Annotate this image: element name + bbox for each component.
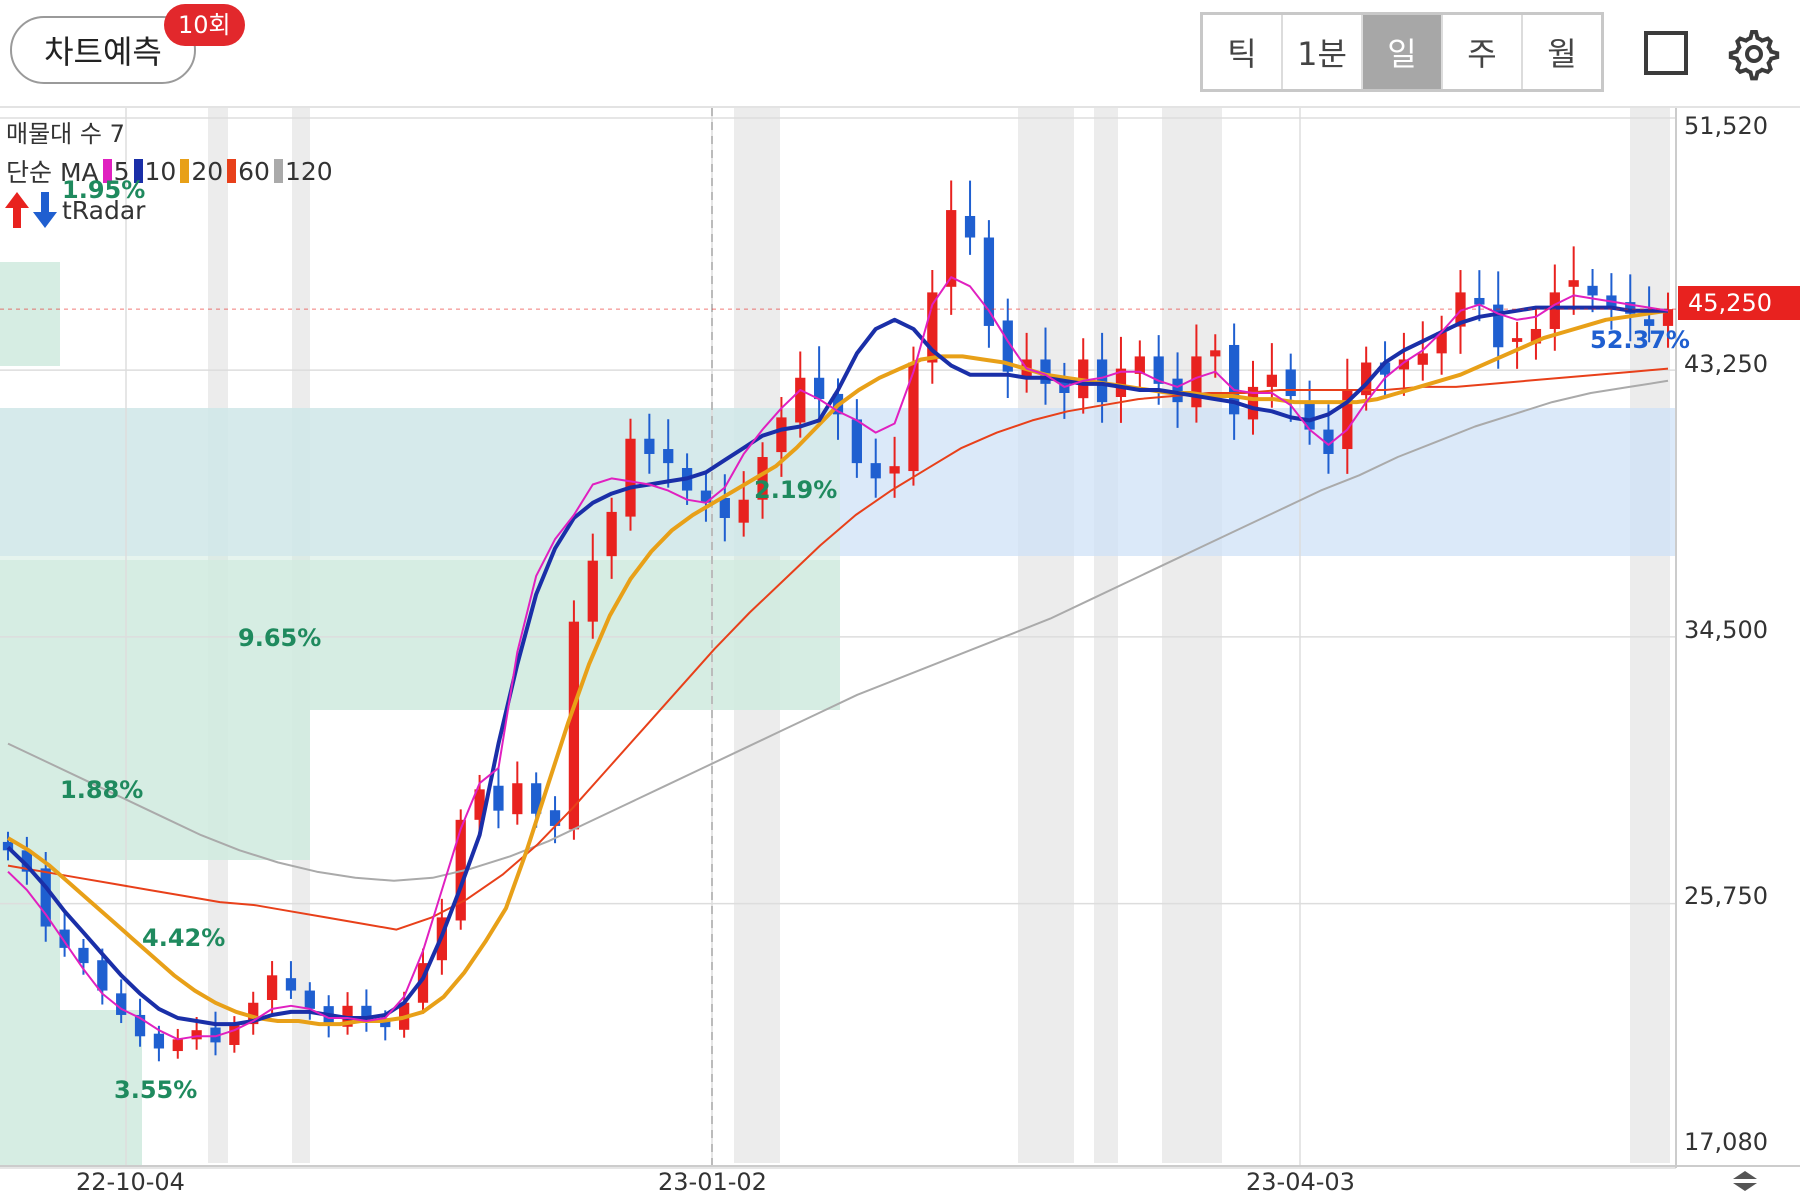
candle-body xyxy=(946,210,957,287)
volume-zone xyxy=(0,710,310,860)
volume-profile-pct: 4.42% xyxy=(142,924,226,952)
ma-legend: 단순 MA 5 10 20 60 120 xyxy=(6,154,333,188)
x-tick-label: 22-10-04 xyxy=(76,1168,185,1196)
y-tick-label: 34,500 xyxy=(1684,616,1768,644)
top-toolbar: 차트예측 10회 틱 1분 일 주 월 xyxy=(0,0,1800,104)
candle-body xyxy=(78,947,89,964)
candle-body xyxy=(814,377,825,400)
current-price-tag: 45,250 xyxy=(1678,286,1800,320)
y-tick-label: 17,080 xyxy=(1684,1128,1768,1156)
candle-body xyxy=(1172,378,1183,403)
y-tick-label: 51,520 xyxy=(1684,112,1768,140)
candle-body xyxy=(663,449,674,464)
candle-body xyxy=(1587,285,1598,296)
candle-body xyxy=(97,960,108,991)
x-tick-label: 23-04-03 xyxy=(1246,1168,1355,1196)
volume-zone xyxy=(0,860,60,1010)
ma60-swatch xyxy=(227,159,237,183)
candle-body xyxy=(776,417,787,453)
candle-body xyxy=(153,1033,165,1049)
candle-body xyxy=(719,498,730,518)
candle-body xyxy=(870,463,881,479)
ma60-label: 60 xyxy=(238,156,270,186)
candle-body xyxy=(59,929,70,948)
period-1min[interactable]: 1분 xyxy=(1283,15,1363,89)
candle-body xyxy=(1191,356,1202,408)
candle-body xyxy=(587,560,598,622)
candle-body xyxy=(1417,353,1428,365)
candle-body xyxy=(1568,280,1579,287)
candle-body xyxy=(229,1024,240,1045)
candle-body xyxy=(606,511,617,557)
volume-zone xyxy=(0,262,60,366)
candle-body xyxy=(1644,319,1655,326)
candle-body xyxy=(493,785,504,811)
volume-profile-pct: 9.65% xyxy=(238,624,322,652)
x-tick-label: 23-01-02 xyxy=(658,1168,767,1196)
candle-body xyxy=(738,499,749,523)
ma10-label: 10 xyxy=(144,156,177,186)
volume-profile-label: 매물대 수 7 xyxy=(6,120,125,148)
chart-resize-handle-icon[interactable] xyxy=(1730,1170,1760,1192)
period-day[interactable]: 일 xyxy=(1363,15,1443,89)
up-down-arrows-icon xyxy=(5,192,57,228)
ma120-label: 120 xyxy=(284,156,333,186)
price-chart[interactable] xyxy=(0,108,1800,1197)
y-tick-label: 43,250 xyxy=(1684,350,1768,378)
fullscreen-icon[interactable] xyxy=(1644,31,1688,75)
volume-profile-pct: 1.95% xyxy=(62,176,146,204)
candle-body xyxy=(512,783,523,815)
candle-body xyxy=(1285,369,1296,397)
period-week[interactable]: 주 xyxy=(1443,15,1523,89)
candle-body xyxy=(568,621,580,830)
candle-body xyxy=(851,419,862,464)
candle-body xyxy=(1549,292,1560,329)
date-band xyxy=(1018,108,1074,1163)
ma120-swatch xyxy=(273,159,283,183)
candle-body xyxy=(625,438,636,517)
candle-body xyxy=(1266,374,1277,387)
candle-body xyxy=(1511,338,1523,342)
ma20-swatch xyxy=(180,159,190,183)
volume-profile-pct: 2.19% xyxy=(754,476,838,504)
date-band xyxy=(1162,108,1222,1163)
candle-body xyxy=(889,466,900,474)
candle-body xyxy=(191,1030,202,1040)
date-band xyxy=(1094,108,1118,1163)
candle-body xyxy=(285,978,297,991)
candle-body xyxy=(644,438,655,454)
y-tick-label: 25,750 xyxy=(1684,882,1768,910)
period-selector: 틱 1분 일 주 월 xyxy=(1200,12,1604,92)
candle-body xyxy=(795,377,806,423)
candle-body xyxy=(172,1039,183,1052)
volume-profile-pct: 1.88% xyxy=(60,776,144,804)
period-month[interactable]: 월 xyxy=(1523,15,1601,89)
gear-icon[interactable] xyxy=(1726,26,1782,82)
chart-predict-label: 차트예측 xyxy=(44,33,162,71)
volume-profile-pct: 3.55% xyxy=(114,1076,198,1104)
candle-body xyxy=(1474,297,1485,305)
period-tick[interactable]: 틱 xyxy=(1203,15,1283,89)
candle-body xyxy=(964,215,976,238)
candle-body xyxy=(304,990,315,1009)
ma20-label: 20 xyxy=(191,156,224,186)
candle-body xyxy=(1210,350,1221,357)
predict-count-badge: 10회 xyxy=(164,4,245,46)
candle-body xyxy=(266,975,278,1001)
candle-body xyxy=(983,237,995,326)
volume-profile-pct: 52.37% xyxy=(1590,326,1690,354)
date-band xyxy=(1630,108,1670,1163)
